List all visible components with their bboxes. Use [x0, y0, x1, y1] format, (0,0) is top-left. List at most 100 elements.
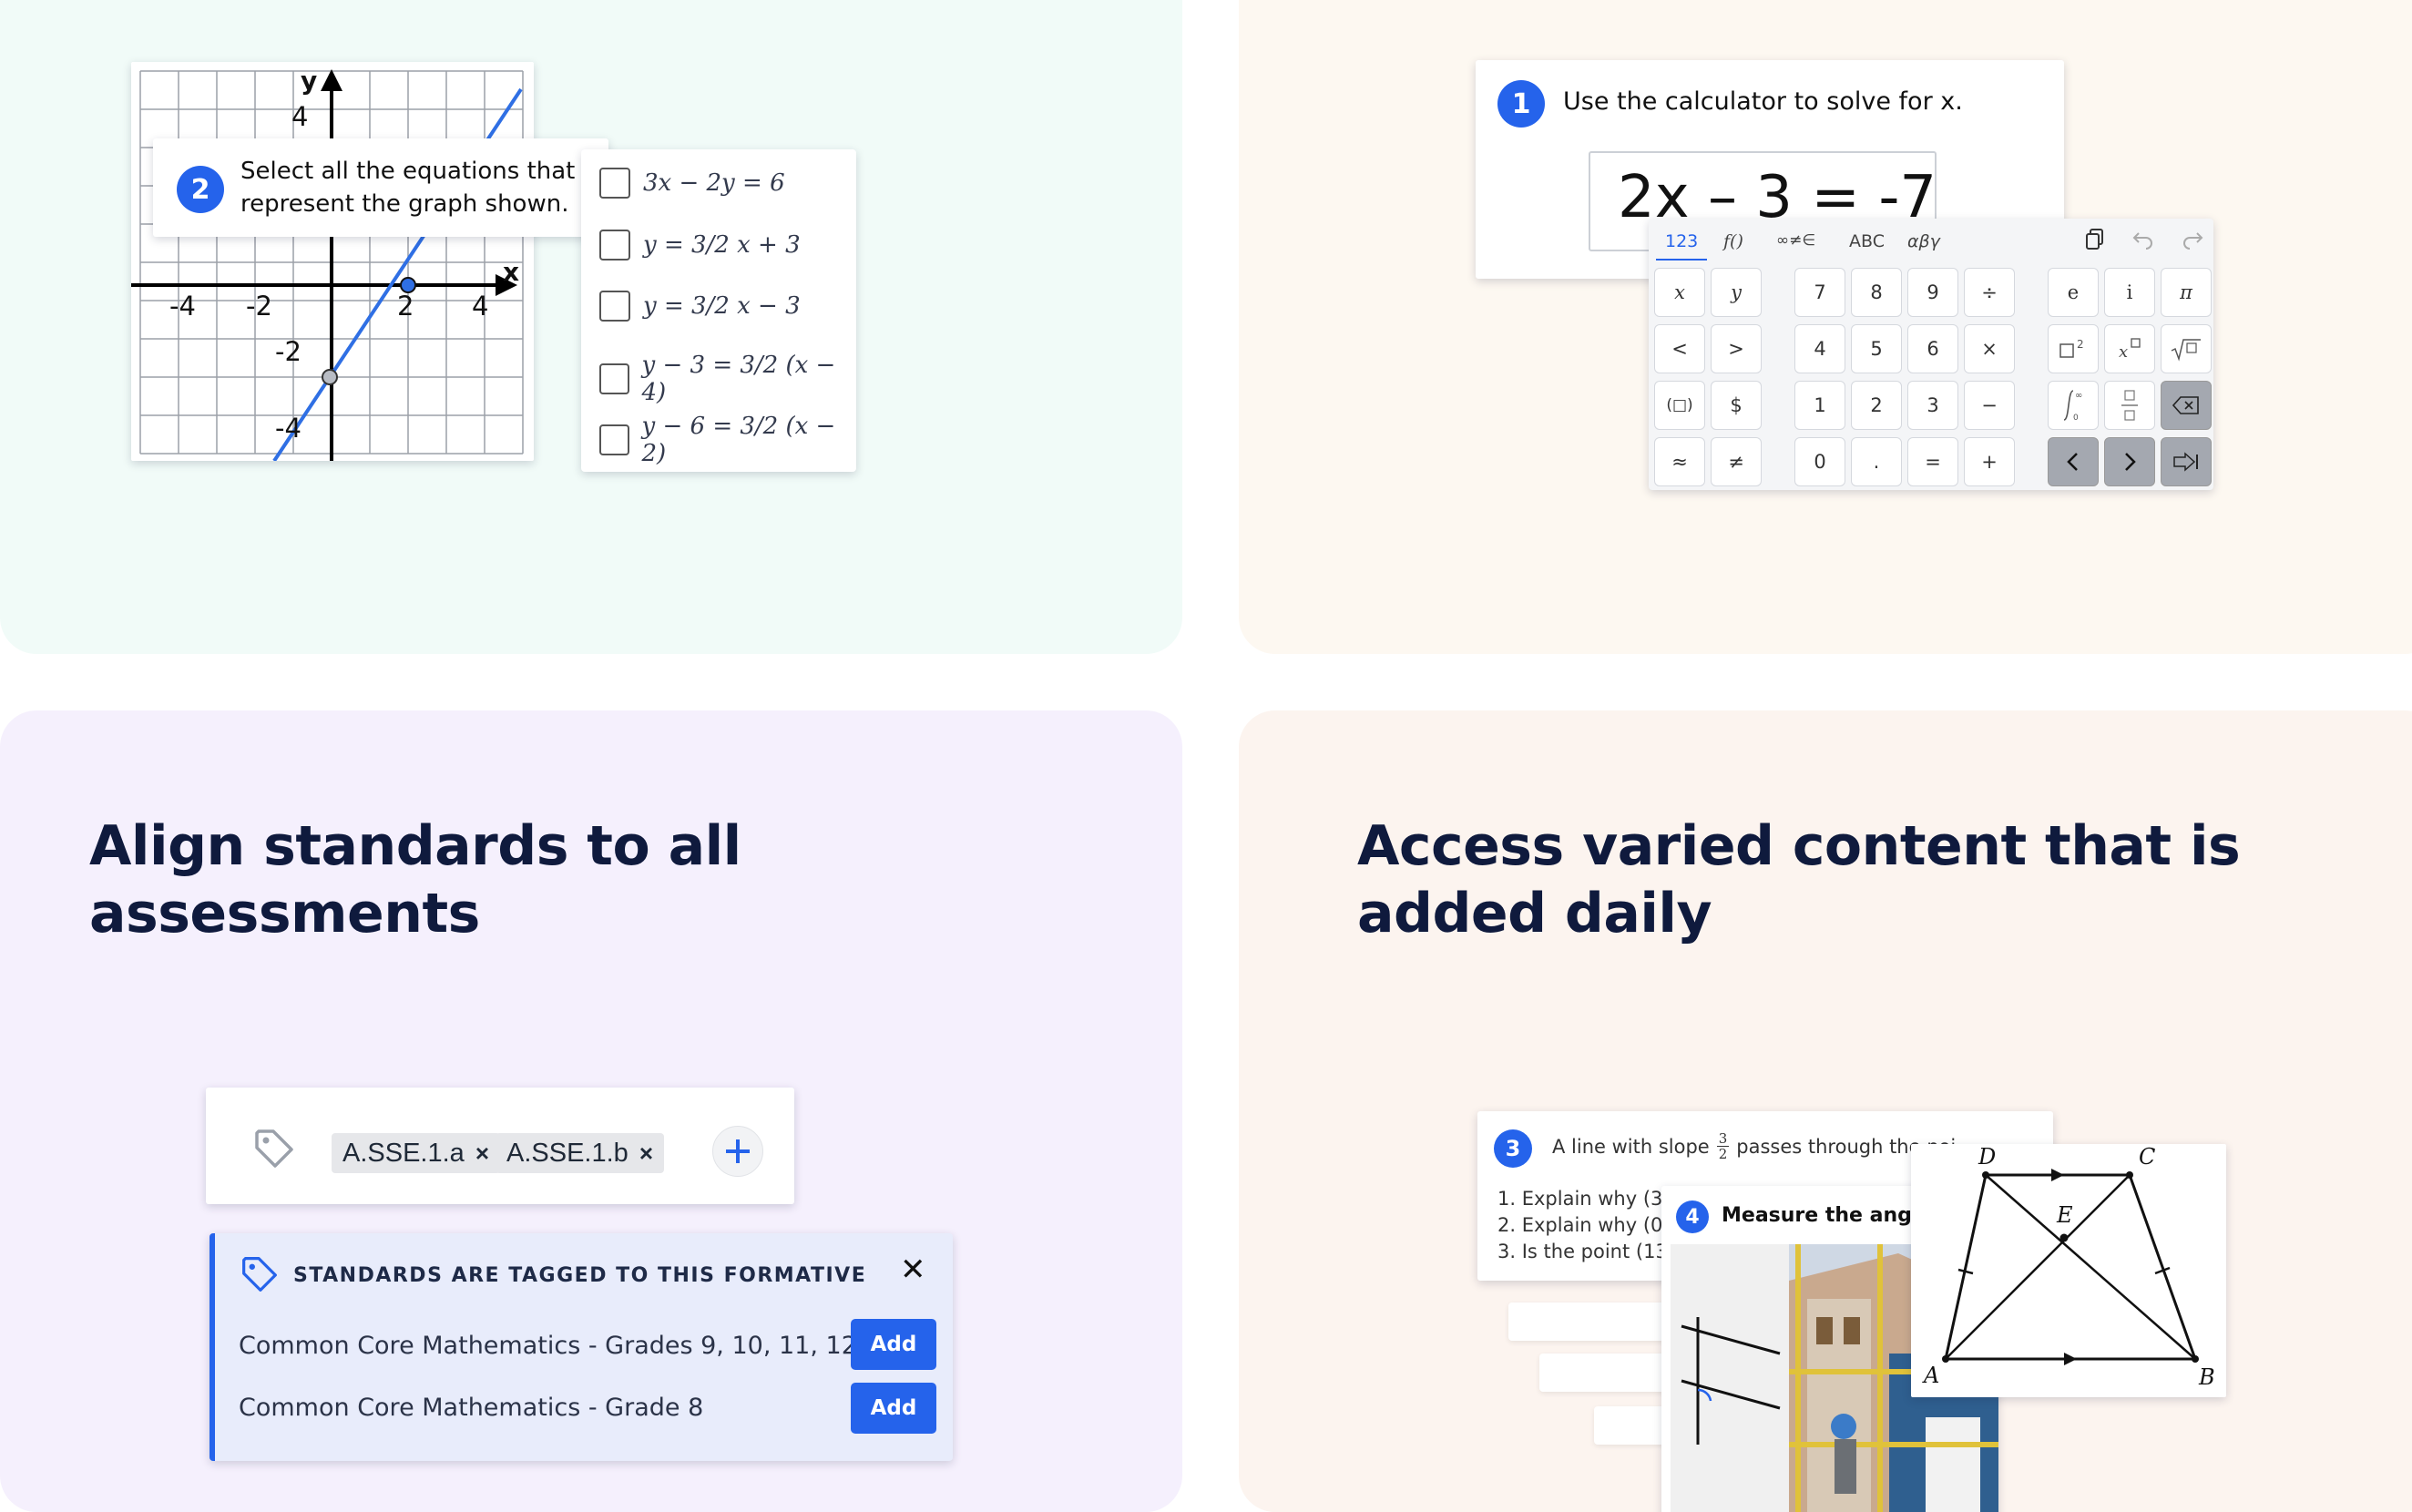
- key-fraction[interactable]: [2104, 381, 2155, 430]
- question-line-1: Select all the equations that: [240, 158, 576, 185]
- add-tag-button[interactable]: [712, 1126, 763, 1177]
- tag-remove-button[interactable]: ×: [639, 1139, 653, 1168]
- key-sqrt[interactable]: [2161, 324, 2212, 373]
- question-card: 2 Select all the equations that represen…: [153, 138, 608, 237]
- key-7[interactable]: 7: [1794, 268, 1845, 317]
- point-y-intercept: [322, 369, 338, 385]
- standard-name: Common Core Mathematics - Grades 9, 10, …: [239, 1332, 857, 1360]
- key-8[interactable]: 8: [1851, 268, 1902, 317]
- x-tick-4: 4: [472, 291, 488, 322]
- key-1[interactable]: 1: [1794, 381, 1845, 430]
- key-backspace[interactable]: [2161, 381, 2212, 430]
- close-button[interactable]: ✕: [900, 1251, 926, 1288]
- key-less-than[interactable]: <: [1654, 324, 1705, 373]
- key-y[interactable]: y: [1711, 268, 1762, 317]
- vertex-label-d: D: [1978, 1144, 1996, 1170]
- sqrt-icon: [2171, 339, 2201, 362]
- x-tick-2: 2: [397, 291, 414, 322]
- copy-icon[interactable]: [2084, 228, 2106, 255]
- key-4[interactable]: 4: [1794, 324, 1845, 373]
- question-3-text: A line with slope 3 2 passes through the…: [1552, 1131, 1956, 1161]
- key-e[interactable]: e: [2048, 268, 2099, 317]
- key-5[interactable]: 5: [1851, 324, 1902, 373]
- question-number-badge: 2: [177, 166, 224, 213]
- square-icon: 2: [2059, 338, 2084, 358]
- svg-text:0: 0: [2073, 414, 2079, 423]
- x-axis-label: x: [503, 257, 519, 287]
- graph-card: y x -4 -2 2 4 4 -2 -4: [131, 62, 534, 461]
- tab-123[interactable]: 123: [1665, 231, 1698, 251]
- key-decimal[interactable]: .: [1851, 437, 1902, 486]
- math-keyboard: 123 f() ∞≠∈ ABC αβγ x y < > (□) $ ≈ ≠ 7 …: [1649, 219, 2213, 490]
- option-row[interactable]: y − 3 = 3/2 (x − 4): [599, 352, 856, 406]
- key-dollar[interactable]: $: [1711, 381, 1762, 430]
- checkbox[interactable]: [599, 230, 630, 261]
- vertex-label-e: E: [2056, 1202, 2073, 1228]
- tag-remove-button[interactable]: ×: [475, 1139, 489, 1168]
- tag-chip: A.SSE.1.b ×: [496, 1133, 664, 1173]
- key-equals[interactable]: =: [1907, 437, 1958, 486]
- question-number-badge: 4: [1676, 1200, 1709, 1233]
- angle-diagram: [1671, 1244, 1789, 1512]
- undo-icon[interactable]: [2131, 228, 2155, 253]
- calculator-panel: 1 Use the calculator to solve for x. 2x …: [1239, 0, 2412, 654]
- option-equation: y − 6 = 3/2 (x − 2): [641, 413, 836, 467]
- y-axis-label: y: [301, 66, 317, 96]
- key-9[interactable]: 9: [1907, 268, 1958, 317]
- y-tick-4: 4: [291, 101, 308, 132]
- key-6[interactable]: 6: [1907, 324, 1958, 373]
- standards-headline: Align standards to all assessments: [89, 814, 741, 945]
- tab-symbols[interactable]: ∞≠∈: [1776, 231, 1815, 250]
- redo-icon[interactable]: [2181, 228, 2204, 253]
- vertex-label-b: B: [2198, 1364, 2215, 1390]
- tab-abc[interactable]: ABC: [1849, 231, 1885, 251]
- key-3[interactable]: 3: [1907, 381, 1958, 430]
- standards-panel: Align standards to all assessments A.SSE…: [0, 710, 1182, 1512]
- tagged-standards-title: STANDARDS ARE TAGGED TO THIS FORMATIVE: [293, 1264, 867, 1287]
- tagged-standards-box: STANDARDS ARE TAGGED TO THIS FORMATIVE ✕…: [210, 1233, 953, 1461]
- trapezoid-figure-card: D C E A B: [1911, 1144, 2226, 1397]
- standard-name: Common Core Mathematics - Grade 8: [239, 1394, 704, 1422]
- add-standard-button[interactable]: Add: [851, 1383, 936, 1434]
- key-integral[interactable]: ∞ 0: [2048, 381, 2099, 430]
- key-square[interactable]: 2: [2048, 324, 2099, 373]
- option-row[interactable]: y = 3/2 x + 3: [599, 230, 801, 261]
- option-row[interactable]: y − 6 = 3/2 (x − 2): [599, 413, 856, 467]
- key-i[interactable]: i: [2104, 268, 2155, 317]
- key-cursor-right[interactable]: [2104, 437, 2155, 486]
- tag-chip: A.SSE.1.a ×: [332, 1133, 500, 1173]
- question-text: Use the calculator to solve for x.: [1563, 87, 1963, 116]
- tab-functions[interactable]: f(): [1723, 231, 1743, 251]
- option-row[interactable]: 3x − 2y = 6: [599, 168, 785, 199]
- key-divide[interactable]: ÷: [1964, 268, 2015, 317]
- checkbox[interactable]: [599, 363, 629, 394]
- checkbox[interactable]: [599, 291, 630, 322]
- key-minus[interactable]: −: [1964, 381, 2015, 430]
- key-greater-than[interactable]: >: [1711, 324, 1762, 373]
- key-times[interactable]: ×: [1964, 324, 2015, 373]
- checkbox[interactable]: [599, 424, 629, 455]
- key-pi[interactable]: π: [2161, 268, 2212, 317]
- key-2[interactable]: 2: [1851, 381, 1902, 430]
- option-row[interactable]: y = 3/2 x − 3: [599, 291, 801, 322]
- key-0[interactable]: 0: [1794, 437, 1845, 486]
- key-cursor-left[interactable]: [2048, 437, 2099, 486]
- key-parentheses[interactable]: (□): [1654, 381, 1705, 430]
- key-not-equal[interactable]: ≠: [1711, 437, 1762, 486]
- fraction-icon: [2121, 390, 2138, 421]
- key-power[interactable]: x: [2104, 324, 2155, 373]
- slope-numerator: 3: [1716, 1130, 1730, 1147]
- checkbox[interactable]: [599, 168, 630, 199]
- x-tick-neg2: -2: [246, 291, 272, 322]
- tab-greek[interactable]: αβγ: [1907, 231, 1940, 251]
- content-panel: Access varied content that is added dail…: [1239, 710, 2412, 1512]
- option-equation: y − 3 = 3/2 (x − 4): [641, 352, 836, 406]
- option-equation: y = 3/2 x + 3: [643, 231, 801, 259]
- key-x[interactable]: x: [1654, 268, 1705, 317]
- power-icon: x: [2119, 338, 2141, 362]
- add-standard-button[interactable]: Add: [851, 1319, 936, 1370]
- key-approx[interactable]: ≈: [1654, 437, 1705, 486]
- x-tick-neg4: -4: [169, 291, 196, 322]
- key-plus[interactable]: +: [1964, 437, 2015, 486]
- key-tab[interactable]: [2161, 437, 2212, 486]
